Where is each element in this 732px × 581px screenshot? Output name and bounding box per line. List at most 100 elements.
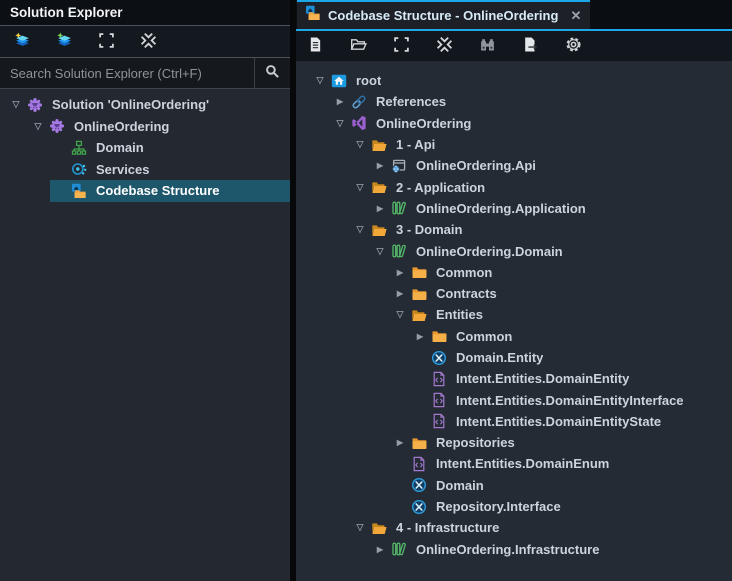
expand-arrow[interactable]: ▽ — [350, 182, 370, 193]
tab-codebase-structure[interactable]: Codebase Structure - OnlineOrdering ✕ — [297, 0, 591, 29]
tree-item-onlineordering-infrastructure[interactable]: ▶ OnlineOrdering.Infrastructure — [296, 539, 732, 560]
expand-arrow[interactable]: ▶ — [390, 268, 410, 277]
expand-arrow[interactable]: ▶ — [390, 438, 410, 447]
tree-item-onlineordering-application[interactable]: ▶ OnlineOrdering.Application — [296, 198, 732, 219]
tree-item-onlineordering[interactable]: ▽ OnlineOrdering — [296, 113, 732, 134]
tree-item-domain[interactable]: Domain — [296, 475, 732, 496]
codebase-tree: ▽ root ▶ References ▽ OnlineOrdering ▽ 1 - Api ▶… — [296, 61, 732, 581]
tree-item-content[interactable]: Intent.Entities.DomainEntityState — [410, 411, 732, 432]
collapse-all-button[interactable] — [134, 29, 162, 55]
export-button[interactable] — [516, 33, 544, 59]
tree-item-4-infrastructure[interactable]: ▽ 4 - Infrastructure — [296, 517, 732, 538]
find-button[interactable] — [473, 33, 501, 59]
search-input[interactable] — [0, 58, 254, 88]
tree-item-content[interactable]: ▶ References — [330, 91, 732, 112]
export-icon — [522, 36, 539, 56]
tree-item-content[interactable]: ▶ OnlineOrdering.Infrastructure — [370, 539, 732, 560]
folder-open-icon — [410, 307, 428, 323]
tree-item-onlineordering-domain[interactable]: ▽ OnlineOrdering.Domain — [296, 240, 732, 261]
add-view-layers-button[interactable] — [50, 29, 78, 55]
tree-item-content[interactable]: ▶ Contracts — [390, 283, 732, 304]
open-folder-button[interactable] — [344, 33, 372, 59]
tree-item-repositories[interactable]: ▶ Repositories — [296, 432, 732, 453]
expand-arrow[interactable]: ▽ — [310, 75, 330, 86]
tree-item-content[interactable]: ▶ OnlineOrdering.Application — [370, 198, 732, 219]
new-view-layers-button[interactable] — [8, 29, 36, 55]
collapse-all-button[interactable] — [430, 33, 458, 59]
tree-item-content[interactable]: ▽ 1 - Api — [350, 134, 732, 155]
expand-arrow[interactable]: ▶ — [370, 204, 390, 213]
new-file-button[interactable] — [301, 33, 329, 59]
tree-item-content[interactable]: Intent.Entities.DomainEntityInterface — [410, 389, 732, 410]
tree-item-1-api[interactable]: ▽ 1 - Api — [296, 134, 732, 155]
tree-item-contracts[interactable]: ▶ Contracts — [296, 283, 732, 304]
tree-item-content[interactable]: ▶ OnlineOrdering.Api — [370, 155, 732, 176]
tree-item-references[interactable]: ▶ References — [296, 91, 732, 112]
expand-arrow[interactable]: ▶ — [410, 332, 430, 341]
tree-item-content[interactable]: ▽ 3 - Domain — [350, 219, 732, 240]
settings-button[interactable] — [559, 33, 587, 59]
tree-item-content[interactable]: Domain.Entity — [410, 347, 732, 368]
expand-all-button[interactable] — [387, 33, 415, 59]
tree-item-onlineordering[interactable]: ▽ OnlineOrdering — [0, 116, 290, 138]
expand-arrow[interactable]: ▽ — [350, 139, 370, 150]
tree-item-entities[interactable]: ▽ Entities — [296, 304, 732, 325]
tree-item-label: Common — [436, 264, 493, 280]
tree-item-content[interactable]: Domain — [390, 475, 732, 496]
tree-item-content[interactable]: Services — [50, 159, 290, 181]
tree-item-3-domain[interactable]: ▽ 3 - Domain — [296, 219, 732, 240]
search-button[interactable] — [254, 58, 290, 88]
expand-all-button[interactable] — [92, 29, 120, 55]
tree-item-onlineordering-api[interactable]: ▶ OnlineOrdering.Api — [296, 155, 732, 176]
tree-item-intent-entities-domainentityinterface[interactable]: Intent.Entities.DomainEntityInterface — [296, 389, 732, 410]
tree-item-intent-entities-domainenum[interactable]: Intent.Entities.DomainEnum — [296, 453, 732, 474]
expand-arrow[interactable]: ▽ — [330, 118, 350, 129]
tree-item-label: Solution 'OnlineOrdering' — [52, 97, 210, 113]
expand-arrow[interactable]: ▽ — [28, 121, 48, 132]
expand-arrow[interactable]: ▽ — [370, 246, 390, 257]
tree-item-content[interactable]: ▽ 4 - Infrastructure — [350, 517, 732, 538]
tree-item-common[interactable]: ▶ Common — [296, 326, 732, 347]
tree-item-codebase-structure[interactable]: Codebase Structure — [0, 180, 290, 202]
expand-arrow[interactable]: ▶ — [370, 161, 390, 170]
tree-item-content[interactable]: Repository.Interface — [390, 496, 732, 517]
tree-item-content[interactable]: ▽ Solution 'OnlineOrdering' — [6, 94, 290, 116]
folder-open-icon — [370, 179, 388, 195]
expand-arrow[interactable]: ▽ — [350, 224, 370, 235]
tree-item-intent-entities-domainentity[interactable]: Intent.Entities.DomainEntity — [296, 368, 732, 389]
tree-item-services[interactable]: Services — [0, 159, 290, 181]
tree-item-content[interactable]: Intent.Entities.DomainEnum — [390, 453, 732, 474]
collapse-all-icon — [140, 32, 157, 52]
tree-item-root[interactable]: ▽ root — [296, 70, 732, 91]
expand-arrow[interactable]: ▶ — [330, 97, 350, 106]
tab-close-button[interactable]: ✕ — [570, 8, 581, 24]
tree-item-domain-entity[interactable]: Domain.Entity — [296, 347, 732, 368]
tree-item-content[interactable]: Codebase Structure — [50, 180, 290, 202]
expand-arrow[interactable]: ▽ — [390, 309, 410, 320]
tree-item-repository-interface[interactable]: Repository.Interface — [296, 496, 732, 517]
tree-item-label: Entities — [436, 307, 483, 323]
tree-item-content[interactable]: ▽ 2 - Application — [350, 176, 732, 197]
tree-item-content[interactable]: ▶ Common — [410, 326, 732, 347]
tree-item-content[interactable]: ▽ OnlineOrdering.Domain — [370, 240, 732, 261]
expand-arrow[interactable]: ▽ — [350, 522, 370, 533]
expand-arrow[interactable]: ▶ — [370, 545, 390, 554]
expand-arrow[interactable]: ▽ — [6, 99, 26, 110]
tree-item-content[interactable]: ▽ OnlineOrdering — [330, 113, 732, 134]
tree-item-content[interactable]: ▽ OnlineOrdering — [28, 116, 290, 138]
tree-item-content[interactable]: ▶ Common — [390, 262, 732, 283]
tree-item-content[interactable]: ▽ root — [310, 70, 732, 91]
tree-item-intent-entities-domainentitystate[interactable]: Intent.Entities.DomainEntityState — [296, 411, 732, 432]
tree-item-content[interactable]: ▽ Entities — [390, 304, 732, 325]
tree-item-content[interactable]: Domain — [50, 137, 290, 159]
tree-item-domain[interactable]: Domain — [0, 137, 290, 159]
tree-item-2-application[interactable]: ▽ 2 - Application — [296, 176, 732, 197]
tree-item-common[interactable]: ▶ Common — [296, 262, 732, 283]
expand-arrow[interactable]: ▶ — [390, 289, 410, 298]
ide-window: Solution Explorer ▽ Solution 'OnlineOrder… — [0, 0, 732, 581]
tree-item-solution-onlineordering[interactable]: ▽ Solution 'OnlineOrdering' — [0, 94, 290, 116]
tree-item-content[interactable]: ▶ Repositories — [390, 432, 732, 453]
tree-item-content[interactable]: Intent.Entities.DomainEntity — [410, 368, 732, 389]
